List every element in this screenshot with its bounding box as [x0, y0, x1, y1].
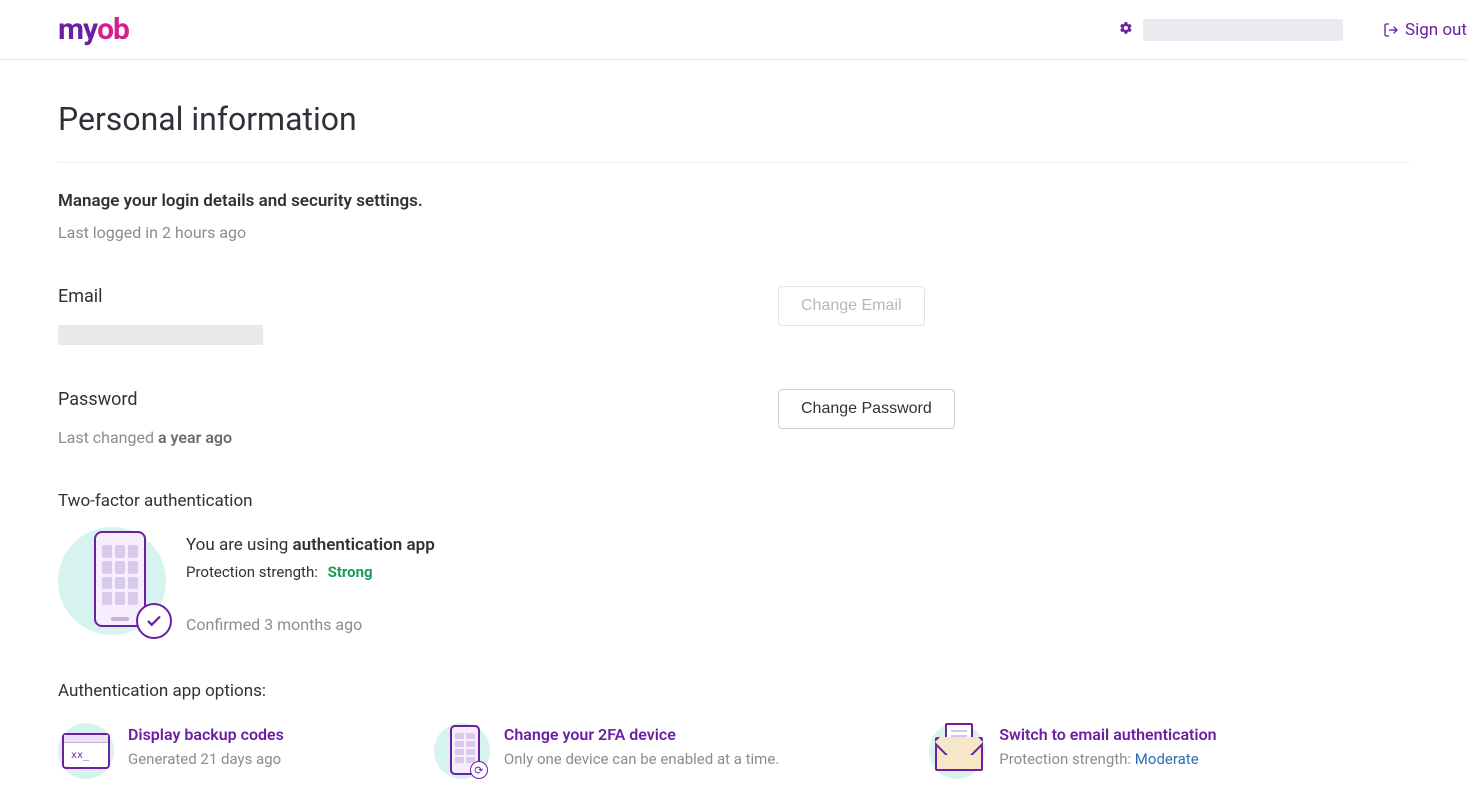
- tfa-heading: Two-factor authentication: [58, 491, 1409, 511]
- option-change-device: ⟳ Change your 2FA device Only one device…: [434, 723, 779, 779]
- logo[interactable]: m y o b: [58, 12, 129, 47]
- header-right: Sign out: [1119, 19, 1467, 41]
- refresh-icon: ⟳: [470, 761, 488, 779]
- tfa-strength-label: Protection strength:: [186, 563, 318, 581]
- password-label: Password: [58, 389, 778, 410]
- moderate-link[interactable]: Moderate: [1135, 750, 1199, 768]
- option-backup-codes: xx_ Display backup codes Generated 21 da…: [58, 723, 284, 779]
- option-switch-email-desc-prefix: Protection strength:: [999, 750, 1135, 768]
- option-backup-codes-desc-prefix: Generated: [128, 750, 200, 768]
- app-header: m y o b Sign out: [0, 0, 1467, 60]
- tfa-phone-icon: [58, 527, 166, 635]
- change-device-icon: ⟳: [434, 723, 490, 779]
- checkmark-icon: [136, 603, 172, 639]
- email-label: Email: [58, 286, 778, 307]
- email-auth-icon: [929, 723, 985, 779]
- option-backup-codes-desc: Generated 21 days ago: [128, 750, 284, 768]
- password-section: Password Last changed a year ago Change …: [58, 389, 1409, 447]
- tfa-section: Two-factor authentication You are using …: [58, 491, 1409, 635]
- user-name-redacted: [1143, 19, 1343, 41]
- option-switch-email: Switch to email authentication Protectio…: [929, 723, 1216, 779]
- logo-letter-o: o: [97, 12, 113, 47]
- tfa-strength: Protection strength: Strong: [186, 563, 435, 581]
- gear-icon[interactable]: [1119, 21, 1133, 39]
- option-change-device-desc: Only one device can be enabled at a time…: [504, 750, 779, 768]
- sign-out-link[interactable]: Sign out: [1383, 20, 1467, 40]
- logo-letter-m: m: [58, 12, 83, 47]
- option-backup-codes-link[interactable]: Display backup codes: [128, 725, 284, 744]
- email-value-redacted: [58, 325, 263, 345]
- tfa-confirmed-value: 3 months ago: [264, 615, 362, 634]
- option-switch-email-desc: Protection strength: Moderate: [999, 750, 1216, 768]
- tfa-using-prefix: You are using: [186, 535, 292, 555]
- tfa-strength-value: Strong: [328, 563, 373, 581]
- page-subtitle: Manage your login details and security s…: [58, 191, 1409, 211]
- last-login-prefix: Last logged in: [58, 223, 162, 242]
- last-login: Last logged in 2 hours ago: [58, 223, 1409, 242]
- sign-out-label: Sign out: [1405, 20, 1467, 40]
- option-switch-email-link[interactable]: Switch to email authentication: [999, 725, 1216, 744]
- logo-letter-y: y: [83, 12, 97, 47]
- backup-codes-icon: xx_: [58, 723, 114, 779]
- tfa-using: You are using authentication app: [186, 535, 435, 555]
- options-row: xx_ Display backup codes Generated 21 da…: [58, 723, 1409, 779]
- change-email-button[interactable]: Change Email: [778, 286, 925, 326]
- main-content: Personal information Manage your login d…: [0, 60, 1467, 799]
- option-change-device-link[interactable]: Change your 2FA device: [504, 725, 779, 744]
- tfa-using-method: authentication app: [292, 535, 434, 555]
- options-heading: Authentication app options:: [58, 681, 1409, 701]
- title-divider: [58, 162, 1409, 163]
- option-backup-codes-desc-value: 21 days ago: [200, 750, 281, 768]
- page-title: Personal information: [58, 100, 1409, 162]
- password-meta-value: a year ago: [158, 428, 232, 447]
- email-section: Email Change Email: [58, 286, 1409, 345]
- option-change-device-desc-text: Only one device can be enabled at a time…: [504, 750, 779, 768]
- tfa-confirmed: Confirmed 3 months ago: [186, 615, 435, 634]
- tfa-confirmed-prefix: Confirmed: [186, 615, 264, 634]
- password-meta-prefix: Last changed: [58, 428, 158, 447]
- sign-out-icon: [1383, 22, 1399, 38]
- last-login-value: 2 hours ago: [162, 223, 246, 242]
- logo-letter-b: b: [113, 12, 129, 47]
- change-password-button[interactable]: Change Password: [778, 389, 955, 429]
- password-meta: Last changed a year ago: [58, 428, 778, 447]
